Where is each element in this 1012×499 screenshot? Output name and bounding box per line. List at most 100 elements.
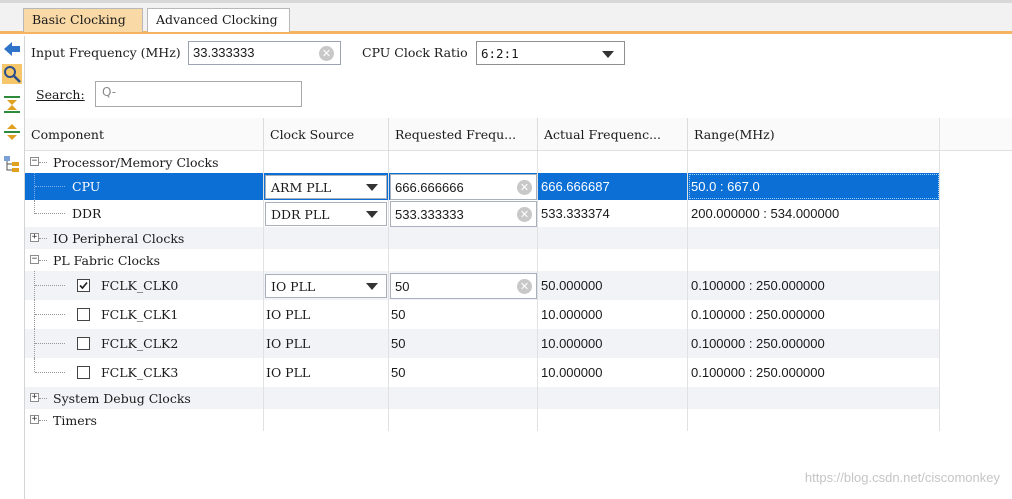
actual-frequency: 666.666687 xyxy=(541,179,610,194)
clear-icon[interactable]: ✕ xyxy=(517,279,532,294)
tab-basic-clocking[interactable]: Basic Clocking xyxy=(23,8,143,32)
requested-frequency-input[interactable]: 50 ✕ xyxy=(390,273,537,299)
expand-icon[interactable]: + xyxy=(30,393,39,402)
column-divider xyxy=(537,151,538,431)
chevron-down-icon xyxy=(602,51,614,58)
tree-connector xyxy=(35,314,65,315)
actual-frequency: 10.000000 xyxy=(541,365,603,380)
table-row-fclk-clk0[interactable]: FCLK_CLK0 IO PLL 50 ✕ 50.000000 0.100000… xyxy=(25,271,940,300)
group-label: PL Fabric Clocks xyxy=(53,252,160,268)
clock-source-value[interactable]: IO PLL xyxy=(266,358,310,387)
expand-all-icon[interactable] xyxy=(2,122,22,142)
group-row-timers[interactable]: + Timers xyxy=(25,409,940,431)
component-name: CPU xyxy=(72,179,101,194)
component-name: FCLK_CLK0 xyxy=(101,278,179,293)
range: 0.100000 : 250.000000 xyxy=(691,278,825,293)
column-divider xyxy=(939,118,940,431)
table-row-ddr[interactable]: DDR DDR PLL 533.333333 ✕ 533.333374 200.… xyxy=(25,200,940,227)
tree-connector xyxy=(39,260,47,261)
search-placeholder-text: Q- xyxy=(102,85,117,99)
input-frequency-value: 33.333333 xyxy=(193,45,255,60)
requested-frequency-value[interactable]: 50 xyxy=(391,300,405,329)
requested-frequency-input[interactable]: 533.333333 ✕ xyxy=(390,201,537,227)
requested-frequency-input[interactable]: 666.666666 ✕ xyxy=(390,174,537,200)
clock-source-dropdown[interactable]: DDR PLL xyxy=(265,202,387,226)
search-label: Search: xyxy=(36,87,85,102)
table-row-fclk-clk3[interactable]: FCLK_CLK3 IO PLL 50 10.000000 0.100000 :… xyxy=(25,358,940,387)
group-label: IO Peripheral Clocks xyxy=(53,230,185,246)
requested-frequency-value: 666.666666 xyxy=(395,180,464,195)
clock-source-value: ARM PLL xyxy=(271,180,332,195)
tree-connector xyxy=(39,238,47,239)
tree-connector xyxy=(35,186,65,187)
tree-connector xyxy=(34,200,35,214)
watermark: https://blog.csdn.net/ciscomonkey xyxy=(804,470,1000,485)
group-row-pl-fabric[interactable]: − PL Fabric Clocks xyxy=(25,249,940,271)
group-row-processor-memory[interactable]: − Processor/Memory Clocks xyxy=(25,151,940,173)
actual-frequency: 10.000000 xyxy=(541,307,603,322)
tree-connector xyxy=(35,372,65,373)
chevron-down-icon xyxy=(366,184,378,191)
collapse-all-icon[interactable] xyxy=(2,94,22,114)
collapse-icon[interactable]: − xyxy=(30,157,39,166)
column-header-clock-source[interactable]: Clock Source xyxy=(264,118,389,151)
group-row-io-peripheral[interactable]: + IO Peripheral Clocks xyxy=(25,227,940,249)
table-row-fclk-clk1[interactable]: FCLK_CLK1 IO PLL 50 10.000000 0.100000 :… xyxy=(25,300,940,329)
collapse-icon[interactable]: − xyxy=(30,255,39,264)
clock-source-dropdown[interactable]: ARM PLL xyxy=(265,175,387,199)
column-divider xyxy=(388,151,389,431)
group-label: System Debug Clocks xyxy=(53,390,191,406)
clock-source-value: IO PLL xyxy=(271,279,316,294)
cpu-clock-ratio-label: CPU Clock Ratio xyxy=(362,45,468,60)
enable-checkbox[interactable] xyxy=(77,279,90,292)
clear-icon[interactable]: ✕ xyxy=(517,207,532,222)
tab-advanced-clocking[interactable]: Advanced Clocking xyxy=(147,8,290,32)
expand-icon[interactable]: + xyxy=(30,233,39,242)
clock-source-value[interactable]: IO PLL xyxy=(266,300,310,329)
range: 50.0 : 667.0 xyxy=(691,179,760,194)
group-row-system-debug[interactable]: + System Debug Clocks xyxy=(25,387,940,409)
enable-checkbox[interactable] xyxy=(77,308,90,321)
requested-frequency-value: 50 xyxy=(395,279,410,294)
table-row-fclk-clk2[interactable]: FCLK_CLK2 IO PLL 50 10.000000 0.100000 :… xyxy=(25,329,940,358)
cpu-clock-ratio-value: 6:2:1 xyxy=(481,46,519,61)
table-header: Component Clock Source Requested Frequ..… xyxy=(25,118,1012,151)
input-frequency-field[interactable]: 33.333333 ✕ xyxy=(188,41,341,65)
range: 200.000000 : 534.000000 xyxy=(691,206,840,221)
search-icon[interactable] xyxy=(2,64,22,84)
table-row-cpu[interactable]: CPU ARM PLL 666.666666 ✕ 666.666687 50.0… xyxy=(25,173,940,200)
column-header-component[interactable]: Component xyxy=(25,118,264,151)
actual-frequency: 10.000000 xyxy=(541,336,603,351)
clear-icon[interactable]: ✕ xyxy=(319,46,334,61)
column-header-range[interactable]: Range(MHz) xyxy=(688,118,940,151)
column-header-actual-frequency[interactable]: Actual Frequenc... xyxy=(538,118,688,151)
requested-frequency-value[interactable]: 50 xyxy=(391,329,405,358)
range: 0.100000 : 250.000000 xyxy=(691,365,825,380)
requested-frequency-value[interactable]: 50 xyxy=(391,358,405,387)
tree-connector xyxy=(35,213,65,214)
component-name: DDR xyxy=(72,206,102,221)
search-input[interactable]: Q- xyxy=(95,81,302,107)
tree-connector xyxy=(39,420,47,421)
actual-frequency: 533.333374 xyxy=(541,206,610,221)
left-toolbar xyxy=(0,36,25,499)
group-label: Processor/Memory Clocks xyxy=(53,154,219,170)
hierarchy-icon[interactable] xyxy=(2,154,22,174)
chevron-down-icon xyxy=(366,283,378,290)
cpu-clock-ratio-dropdown[interactable]: 6:2:1 xyxy=(476,41,625,65)
enable-checkbox[interactable] xyxy=(77,366,90,379)
range: 0.100000 : 250.000000 xyxy=(691,307,825,322)
checkmark-icon xyxy=(79,281,88,290)
back-arrow-icon[interactable] xyxy=(2,39,22,59)
component-name: FCLK_CLK1 xyxy=(101,307,179,322)
clock-source-value[interactable]: IO PLL xyxy=(266,329,310,358)
clock-source-dropdown[interactable]: IO PLL xyxy=(265,274,387,298)
tree-connector xyxy=(34,358,35,372)
column-header-requested-frequency[interactable]: Requested Frequ... xyxy=(389,118,538,151)
tree-connector xyxy=(39,162,47,163)
tree-connector xyxy=(35,343,65,344)
clear-icon[interactable]: ✕ xyxy=(517,180,532,195)
enable-checkbox[interactable] xyxy=(77,337,90,350)
expand-icon[interactable]: + xyxy=(30,415,39,424)
tree-connector xyxy=(35,285,65,286)
